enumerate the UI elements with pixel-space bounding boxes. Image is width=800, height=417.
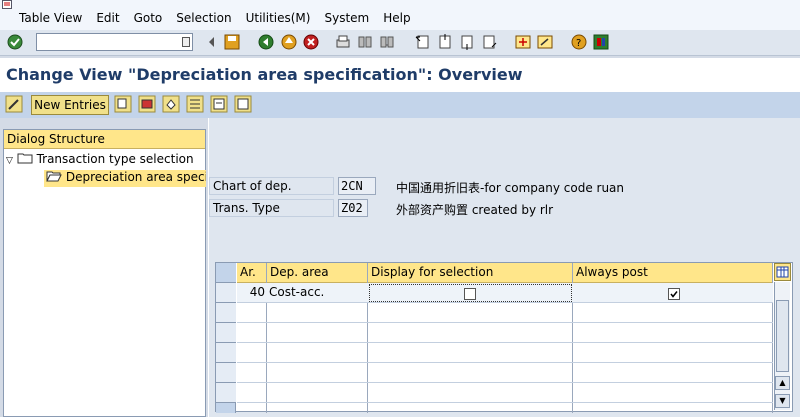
page-title: Change View "Depreciation area specifica… [6, 65, 523, 84]
table-row [237, 323, 773, 343]
row-selector-column [216, 263, 236, 413]
checkmark-icon [670, 291, 678, 298]
new-entries-button[interactable]: New Entries [31, 95, 109, 115]
deselect-all-icon[interactable] [234, 95, 252, 113]
chart-of-dep-label: Chart of dep. [209, 177, 334, 195]
scroll-thumb[interactable] [776, 300, 789, 372]
table-row [237, 363, 773, 383]
new-session-icon[interactable] [514, 33, 532, 51]
menu-table-view[interactable]: Table View [19, 11, 82, 25]
always-post-checkbox[interactable] [668, 288, 680, 300]
select-all-cell[interactable] [216, 263, 236, 283]
print-icon[interactable] [334, 33, 352, 51]
svg-text:?: ? [576, 38, 581, 49]
layout-icon[interactable] [592, 33, 610, 51]
menu-bar: Table View Edit Goto Selection Utilities… [0, 0, 800, 30]
select-all-icon[interactable] [186, 95, 204, 113]
tree-item-transaction-type[interactable]: ▽ Transaction type selection [6, 152, 194, 166]
application-toolbar: New Entries [0, 92, 800, 118]
row-selector[interactable] [216, 363, 236, 383]
expand-icon[interactable]: ▽ [6, 156, 13, 166]
trans-type-field[interactable]: Z02 [338, 199, 368, 217]
menu-selection[interactable]: Selection [176, 11, 231, 25]
menu-utilities[interactable]: Utilities(M) [246, 11, 311, 25]
chart-of-dep-field[interactable]: 2CN [338, 177, 376, 195]
cell-ar[interactable]: 40 [237, 283, 266, 303]
row-selector[interactable] [216, 323, 236, 343]
dialog-structure-header: Dialog Structure [4, 130, 205, 149]
command-history-icon[interactable] [182, 37, 190, 47]
menu-help[interactable]: Help [383, 11, 410, 25]
help-icon[interactable]: ? [570, 33, 588, 51]
table-settings-button[interactable] [774, 263, 791, 281]
next-page-icon[interactable] [458, 33, 476, 51]
copy-as-icon[interactable] [114, 95, 132, 113]
enter-icon[interactable] [6, 33, 24, 51]
shortcut-icon[interactable] [536, 33, 554, 51]
depreciation-table: Ar. Dep. area Display for selection Alwa… [215, 262, 793, 413]
row-selector[interactable] [216, 303, 236, 323]
row-selector[interactable] [216, 283, 236, 303]
last-page-icon[interactable] [480, 33, 498, 51]
trans-type-description: 外部资产购置 created by rlr [396, 203, 554, 217]
scroll-up-icon[interactable]: ▲ [775, 376, 790, 390]
prev-page-icon[interactable] [436, 33, 454, 51]
tree-item-label: Depreciation area specifi [65, 170, 206, 184]
row-selector[interactable] [216, 343, 236, 363]
menu-edit[interactable]: Edit [96, 11, 119, 25]
window-menu-icon[interactable] [2, 0, 14, 10]
first-page-icon[interactable] [414, 33, 432, 51]
open-folder-icon [46, 171, 62, 182]
undo-change-icon[interactable] [162, 95, 180, 113]
back-icon[interactable] [257, 33, 275, 51]
cell-dep-area: Cost-acc. [269, 285, 325, 299]
table-row [237, 383, 773, 403]
scroll-down-icon[interactable]: ▼ [775, 394, 790, 408]
trans-type-label: Trans. Type [209, 199, 334, 217]
table-settings-icon [776, 266, 789, 278]
row-selector[interactable] [216, 383, 236, 403]
command-field[interactable] [36, 33, 193, 51]
standard-toolbar: ? [0, 30, 800, 56]
title-area: Change View "Depreciation area specifica… [0, 58, 800, 92]
save-icon[interactable] [223, 33, 241, 51]
cancel-icon[interactable] [302, 33, 320, 51]
dialog-structure-panel: Dialog Structure ▽ Transaction type sele… [3, 129, 206, 417]
menu-goto[interactable]: Goto [134, 11, 163, 25]
table-row [237, 303, 773, 323]
change-display-icon[interactable] [5, 95, 23, 113]
find-next-icon[interactable] [378, 33, 396, 51]
exit-icon[interactable] [280, 33, 298, 51]
table-row [237, 343, 773, 363]
collapse-icon[interactable] [203, 33, 221, 51]
display-for-selection-checkbox[interactable] [464, 288, 476, 300]
menu-system[interactable]: System [324, 11, 369, 25]
folder-icon [17, 153, 33, 164]
table-vertical-scrollbar[interactable]: ▲ ▼ [774, 282, 790, 410]
delete-icon[interactable] [138, 95, 156, 113]
tree-item-label: Transaction type selection [36, 152, 194, 166]
tree-item-depreciation-area[interactable]: Depreciation area specifi [44, 170, 206, 187]
chart-of-dep-description: 中国通用折旧表-for company code ruan [396, 181, 625, 195]
find-icon[interactable] [356, 33, 374, 51]
select-block-icon[interactable] [210, 95, 228, 113]
